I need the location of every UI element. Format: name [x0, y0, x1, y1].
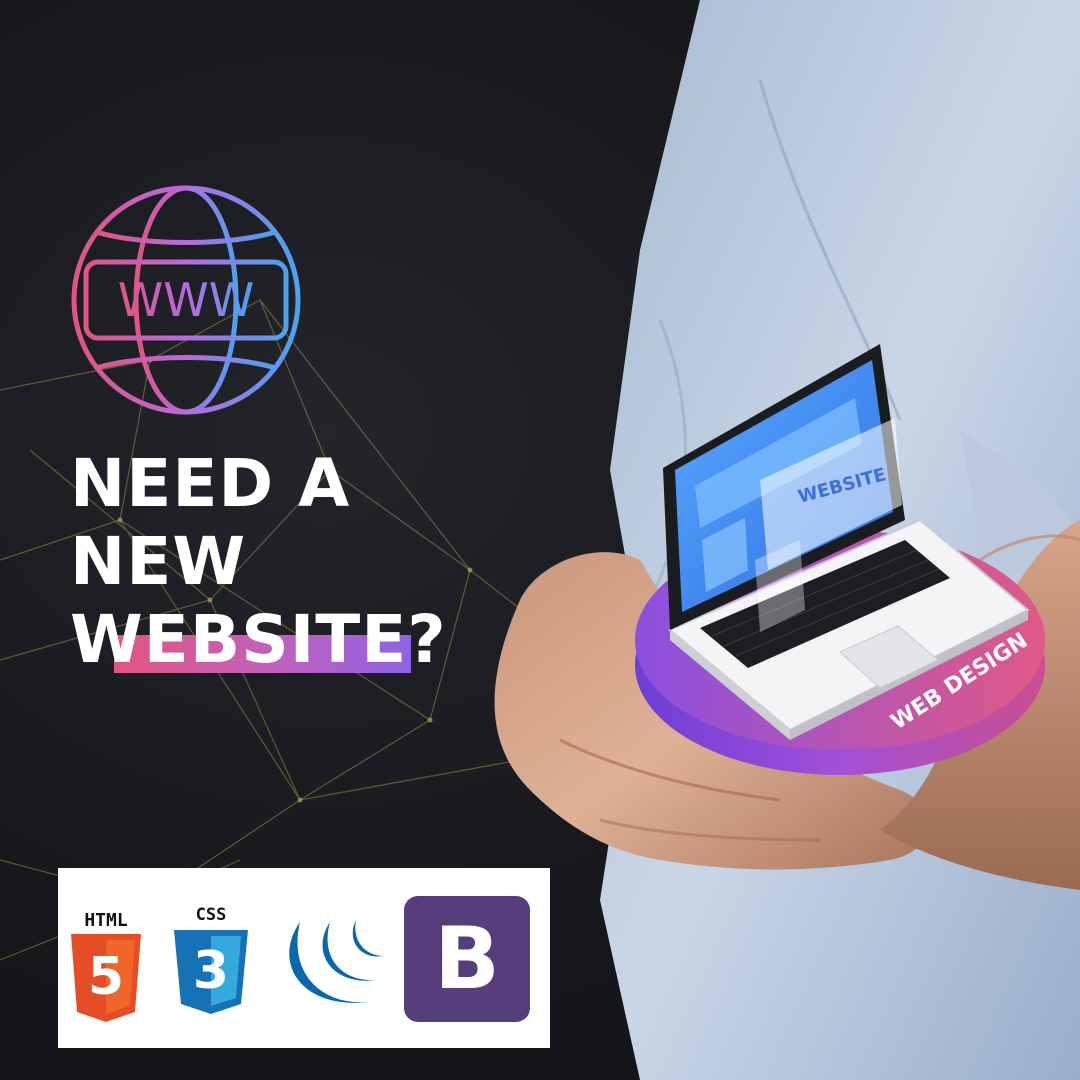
- html-number: 5: [88, 947, 124, 1007]
- css-number: 3: [193, 941, 229, 1001]
- jquery-logo: [289, 920, 384, 1003]
- highlighted-word: WEBSITE: [70, 601, 412, 678]
- tech-logos-panel: HTML 5 CSS 3 B: [58, 868, 550, 1048]
- css-label: CSS: [196, 906, 227, 925]
- bootstrap-logo: B: [404, 896, 530, 1022]
- html5-logo: HTML 5: [71, 910, 141, 1022]
- ad-canvas: WWW NEED A NEW WEBSITE? WEBSITE WEB DESI…: [0, 0, 1080, 1080]
- css3-logo: CSS 3: [174, 906, 248, 1014]
- html-label: HTML: [84, 910, 128, 931]
